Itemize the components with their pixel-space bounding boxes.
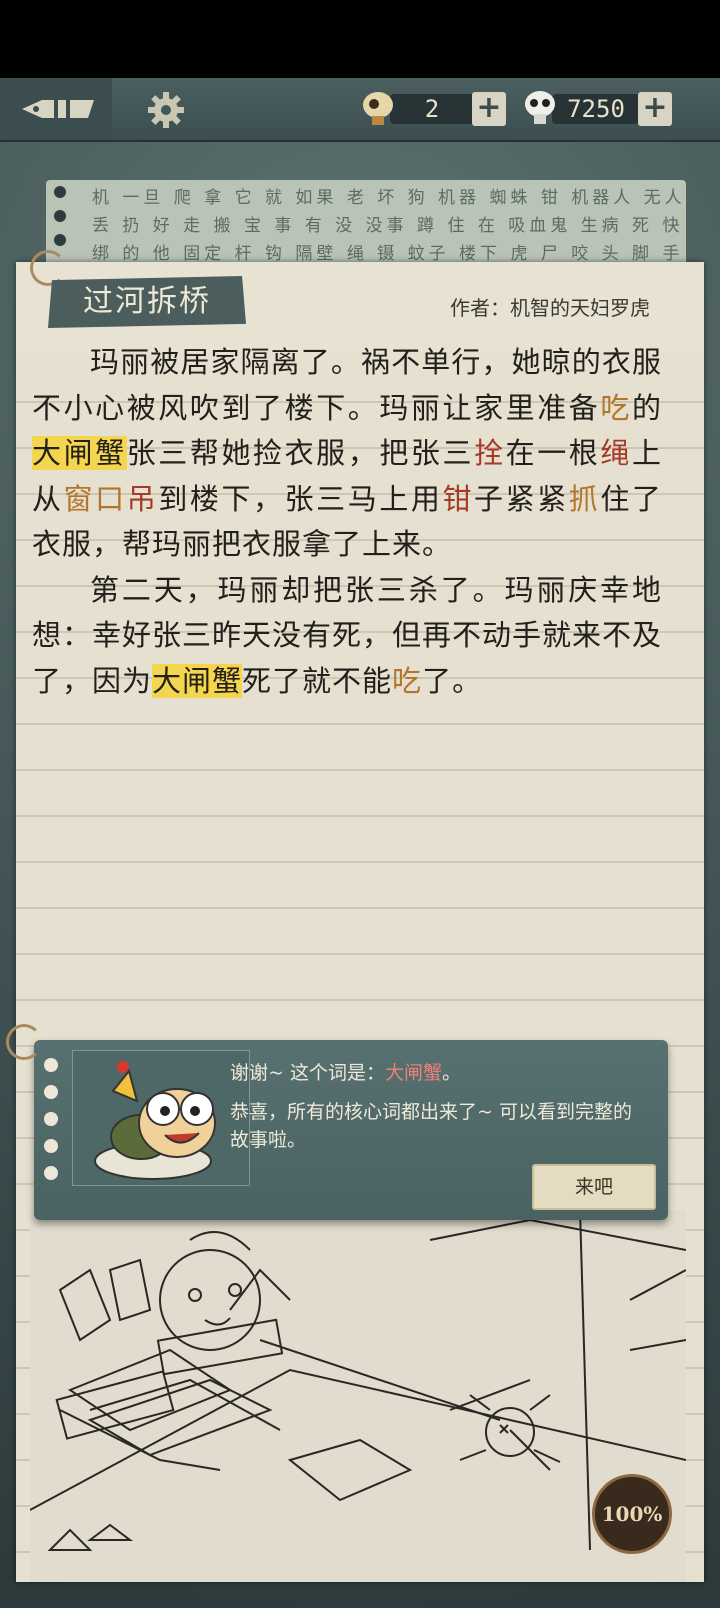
core-word: 吃 xyxy=(392,663,423,698)
core-word: 吊 xyxy=(126,481,159,516)
dialog-pin xyxy=(6,1024,42,1060)
story-author: 作者：机智的天妇罗虎 xyxy=(450,296,650,320)
core-word: 窗口 xyxy=(63,481,127,516)
word-row: 机 一旦 爬 拿 它 就 如果 老 坏 狗 机器 蜘蛛 钳 机器人 无人机 xyxy=(92,188,686,208)
strip-holes xyxy=(54,186,68,258)
story-illustration xyxy=(30,1210,686,1582)
gear-icon[interactable] xyxy=(146,90,186,130)
status-bar xyxy=(0,0,720,78)
dialog-keyword: 大闸蟹 xyxy=(384,1062,442,1084)
core-word-highlight: 大闸蟹 xyxy=(32,436,127,470)
story-paragraph-2: 第二天，玛丽却把张三杀了。玛丽庆幸地想：幸好张三昨天没有死，但再不动手就来不及了… xyxy=(32,572,663,698)
core-word: 抓 xyxy=(568,481,601,516)
core-word: 拴 xyxy=(474,436,506,470)
coin-value: 2 xyxy=(390,94,474,124)
core-word: 吃 xyxy=(600,390,632,425)
progress-badge[interactable]: 100% xyxy=(592,1474,672,1554)
hint-dialog: 谢谢~ 这个词是：大闸蟹。 恭喜，所有的核心词都出来了~ 可以看到完整的故事啦。… xyxy=(34,1040,668,1220)
core-word-highlight: 大闸蟹 xyxy=(152,663,243,698)
continue-button[interactable]: 来吧 xyxy=(532,1164,656,1210)
add-coin-button[interactable]: + xyxy=(472,92,506,126)
skull-coin-counter: 7250 + xyxy=(522,91,672,126)
core-word: 绳 xyxy=(600,436,632,470)
word-row: 丢 扔 好 走 搬 宝 事 有 没 没事 蹲 住 在 吸血鬼 生病 死 快 省 xyxy=(92,216,686,236)
skull-coin-icon xyxy=(525,91,555,124)
coin-counter: 2 + xyxy=(360,92,508,126)
story-paragraph-1: 玛丽被居家隔离了。祸不单行，她晾的衣服不小心被风吹到了楼下。玛丽让家里准备吃的大… xyxy=(32,345,662,561)
dialog-holes xyxy=(44,1058,58,1193)
story-title: 过河拆桥 xyxy=(83,284,211,319)
story-text: 玛丽被居家隔离了。祸不单行，她晾的衣服不小心被风吹到了楼下。玛丽让家里准备吃的大… xyxy=(32,340,662,704)
mascot-icon xyxy=(94,1061,216,1180)
mascot-avatar xyxy=(72,1050,250,1186)
top-bar: 2 + 7250 + xyxy=(0,78,720,142)
word-strip: 机 一旦 爬 拿 它 就 如果 老 坏 狗 机器 蜘蛛 钳 机器人 无人机 丢 … xyxy=(46,180,686,266)
pen-icon[interactable] xyxy=(20,94,96,124)
add-skull-coin-button[interactable]: + xyxy=(638,92,672,126)
dialog-line-1: 谢谢~ 这个词是：大闸蟹。 xyxy=(230,1062,461,1084)
coin-icon xyxy=(363,92,393,125)
sketch-drawing xyxy=(30,1210,686,1551)
core-word: 钳 xyxy=(442,481,475,516)
skull-coin-value: 7250 xyxy=(552,94,640,124)
back-area[interactable] xyxy=(0,78,112,140)
dialog-line-2: 恭喜，所有的核心词都出来了~ 可以看到完整的故事啦。 xyxy=(230,1101,632,1151)
